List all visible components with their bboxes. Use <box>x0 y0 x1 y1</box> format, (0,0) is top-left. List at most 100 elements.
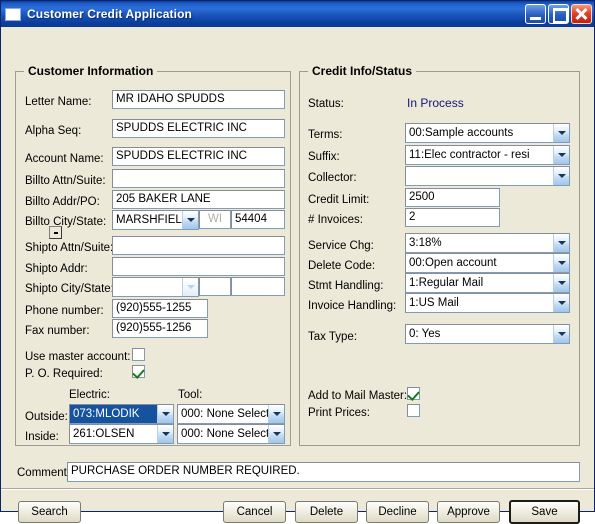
chevron-down-icon[interactable] <box>157 425 173 443</box>
service-chg-combo[interactable]: 3:18% <box>405 233 570 253</box>
collector-combo[interactable] <box>405 166 570 186</box>
chevron-down-icon[interactable] <box>553 294 569 312</box>
invoice-handling-combo[interactable]: 1:US Mail <box>405 293 570 313</box>
shipto-attn-suite-input[interactable] <box>112 236 285 255</box>
print-prices-label: Print Prices: <box>308 407 370 419</box>
minimize-button[interactable] <box>525 4 546 24</box>
fax-number-label: Fax number: <box>25 325 90 337</box>
billto-attn-suite-input[interactable] <box>112 169 285 188</box>
terms-value: 00:Sample accounts <box>409 127 514 139</box>
invoice-handling-label: Invoice Handling: <box>308 300 397 312</box>
num-invoices-input[interactable]: 2 <box>405 208 500 227</box>
billto-city-state-label: Billto City/State: <box>25 216 107 228</box>
billto-zip-input[interactable]: 54404 <box>231 210 285 229</box>
maximize-button[interactable] <box>548 4 569 24</box>
delete-button[interactable]: Delete <box>295 501 358 523</box>
chevron-down-icon[interactable] <box>182 278 198 296</box>
shipto-city-combo[interactable] <box>112 277 199 297</box>
suffix-value: 11:Elec contractor - resi <box>409 149 530 161</box>
chevron-down-icon[interactable] <box>553 124 569 142</box>
delete-code-value: 00:Open account <box>409 257 497 269</box>
comment-label: Comment: <box>17 467 71 479</box>
save-button[interactable]: Save <box>509 500 580 524</box>
chevron-down-icon[interactable] <box>268 405 284 423</box>
shipto-addr-input[interactable] <box>112 257 285 276</box>
approve-button[interactable]: Approve <box>437 501 500 523</box>
tax-type-label: Tax Type: <box>308 331 358 343</box>
num-invoices-label: # Invoices: <box>308 214 363 226</box>
invoice-handling-value: 1:US Mail <box>409 297 459 309</box>
account-name-label: Account Name: <box>25 153 104 165</box>
close-button[interactable] <box>571 4 592 24</box>
alpha-seq-input[interactable]: SPUDDS ELECTRIC INC <box>112 119 285 138</box>
add-to-mail-master-label: Add to Mail Master: <box>308 390 408 402</box>
chevron-down-icon[interactable] <box>553 167 569 185</box>
title-bar[interactable]: Customer Credit Application <box>1 1 594 27</box>
shipto-city-value <box>113 278 182 296</box>
terms-label: Terms: <box>308 129 343 141</box>
window-title: Customer Credit Application <box>27 7 192 21</box>
collector-label: Collector: <box>308 172 357 184</box>
inside-tool-value: 000: None Selected <box>181 428 268 440</box>
fax-number-input[interactable]: (920)555-1256 <box>112 319 208 338</box>
billto-city-combo[interactable]: MARSHFIELD <box>112 210 199 230</box>
chevron-down-icon[interactable] <box>553 234 569 252</box>
chevron-down-icon[interactable] <box>157 405 173 423</box>
shipto-attn-suite-label: Shipto Attn/Suite: <box>25 242 114 254</box>
service-chg-label: Service Chg: <box>308 240 374 252</box>
billto-addr-po-label: Billto Addr/PO: <box>25 196 100 208</box>
shipto-state-input[interactable] <box>199 277 231 296</box>
add-to-mail-master-checkbox[interactable] <box>407 387 420 400</box>
chevron-down-icon[interactable] <box>268 425 284 443</box>
comment-input[interactable]: PURCHASE ORDER NUMBER REQUIRED. <box>67 462 580 482</box>
billto-addr-po-input[interactable]: 205 BAKER LANE <box>112 190 285 209</box>
credit-limit-label: Credit Limit: <box>308 194 370 206</box>
stmt-handling-value: 1:Regular Mail <box>409 277 484 289</box>
dialog-client-area: Customer Information Letter Name: MR IDA… <box>1 27 594 524</box>
use-master-account-label: Use master account: <box>25 351 131 363</box>
billto-attn-suite-label: Billto Attn/Suite: <box>25 175 106 187</box>
cancel-button[interactable]: Cancel <box>223 501 286 523</box>
stmt-handling-combo[interactable]: 1:Regular Mail <box>405 273 570 293</box>
search-button[interactable]: Search <box>18 501 81 523</box>
electric-column-header: Electric: <box>69 389 110 401</box>
chevron-down-icon[interactable] <box>553 274 569 292</box>
window-icon <box>5 7 21 21</box>
outside-electric-combo[interactable]: 073:MLODIK <box>69 404 174 424</box>
inside-tool-combo[interactable]: 000: None Selected <box>177 424 285 444</box>
chevron-down-icon[interactable] <box>182 211 198 229</box>
tax-type-combo[interactable]: 0: Yes <box>405 324 570 344</box>
use-master-account-checkbox[interactable] <box>132 348 145 361</box>
terms-combo[interactable]: 00:Sample accounts <box>405 123 570 143</box>
suffix-combo[interactable]: 11:Elec contractor - resi <box>405 145 570 165</box>
outside-tool-value: 000: None Selected <box>181 408 268 420</box>
credit-info-status-legend: Credit Info/Status <box>308 64 417 78</box>
chevron-down-icon[interactable] <box>553 254 569 272</box>
delete-code-label: Delete Code: <box>308 260 376 272</box>
shipto-city-state-label: Shipto City/State: <box>25 283 114 295</box>
delete-code-combo[interactable]: 00:Open account <box>405 253 570 273</box>
po-required-checkbox[interactable] <box>132 365 145 378</box>
decline-button[interactable]: Decline <box>366 501 429 523</box>
phone-number-label: Phone number: <box>25 305 104 317</box>
credit-limit-input[interactable]: 2500 <box>405 188 500 207</box>
expand-shipto-button[interactable] <box>49 226 62 239</box>
outside-tool-combo[interactable]: 000: None Selected <box>177 404 285 424</box>
footer-divider <box>1 488 594 490</box>
tax-type-value: 0: Yes <box>409 328 441 340</box>
shipto-zip-input[interactable] <box>231 277 285 296</box>
service-chg-value: 3:18% <box>409 237 442 249</box>
letter-name-input[interactable]: MR IDAHO SPUDDS <box>112 90 285 109</box>
stmt-handling-label: Stmt Handling: <box>308 280 384 292</box>
account-name-input[interactable]: SPUDDS ELECTRIC INC <box>112 147 285 166</box>
billto-state-input[interactable]: WI <box>199 210 231 229</box>
chevron-down-icon[interactable] <box>553 146 569 164</box>
status-label: Status: <box>308 98 344 110</box>
print-prices-checkbox[interactable] <box>407 404 420 417</box>
chevron-down-icon[interactable] <box>553 325 569 343</box>
suffix-label: Suffix: <box>308 151 340 163</box>
inside-electric-combo[interactable]: 261:OLSEN <box>69 424 174 444</box>
customer-credit-application-window: Customer Credit Application Customer Inf… <box>0 0 595 524</box>
outside-rep-label: Outside: <box>25 411 68 423</box>
phone-number-input[interactable]: (920)555-1255 <box>112 299 208 318</box>
